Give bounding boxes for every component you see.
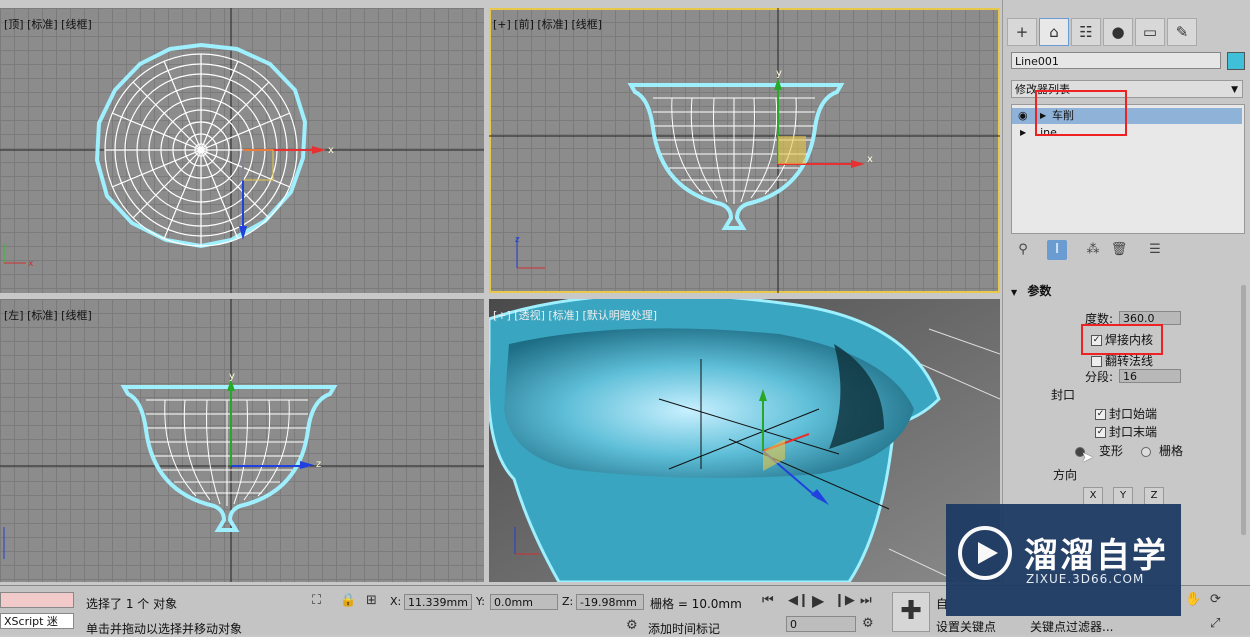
svg-text:x: x [867,154,873,165]
eye-icon[interactable]: ◉ [1018,108,1028,124]
axis-x-button[interactable]: X [1083,487,1103,505]
checkbox-checked-icon: ✓ [1095,427,1106,438]
add-time-tag-button[interactable]: 添加时间标记 [648,620,720,637]
z-coord-label: Z: [562,595,574,608]
display-icon[interactable]: ▭ [1135,18,1165,46]
flip-normals-checkbox[interactable]: 翻转法线 [1091,352,1153,369]
x-coord-field[interactable]: 11.339mm [404,594,472,610]
panel-scrollbar[interactable] [1241,285,1246,535]
object-name-field[interactable]: Line001 [1011,52,1221,69]
cap-end-checkbox[interactable]: ✓ 封口末端 [1095,423,1157,440]
motion-icon[interactable]: ● [1103,18,1133,46]
utilities-icon[interactable]: ✎ [1167,18,1197,46]
highlight-box-weld-core [1081,324,1163,355]
modify-icon[interactable]: ⌂ [1039,18,1069,46]
svg-text:x: x [28,259,34,269]
go-to-end-icon[interactable]: ⏭ [860,593,872,608]
cap-start-checkbox[interactable]: ✓ 封口始端 [1095,405,1157,422]
play-icon[interactable]: ▶ [812,591,824,610]
time-config-icon[interactable]: ⚙ [862,616,874,631]
watermark-title: 溜溜自学 [1024,536,1168,576]
rollout-title: 参数 [1027,284,1052,298]
grid-label: 栅格 [1159,444,1184,458]
command-panel: + ⌂ ☷ ● ▭ ✎ Line001 修改器列表 ▼ ◉ ▶ 车削 ▶ Lin… [1002,0,1250,585]
collapse-icon: ▼ [1011,288,1018,297]
key-mode-button[interactable]: ✚ [892,592,930,632]
viewport-perspective-label[interactable]: [+] [透视] [标准] [默认明暗处理] [493,307,657,323]
watermark-overlay: 溜溜自学 ZIXUE.3D66.COM [946,504,1181,616]
previous-frame-icon[interactable]: ◀❙ [788,593,809,608]
svg-text:y: y [229,371,235,382]
segments-label: 分段: [1085,370,1114,384]
cap-start-label: 封口始端 [1109,407,1158,421]
radio-icon [1141,446,1151,457]
viewport-left[interactable]: y z [左] [标准] [线框] [0,299,484,582]
viewport-left-label[interactable]: [左] [标准] [线框] [4,307,92,323]
svg-text:z: z [316,459,321,470]
cap-end-label: 封口末端 [1109,425,1158,439]
current-frame-field[interactable]: 0 [786,616,856,632]
prompt-text: 单击并拖动以选择并移动对象 [86,622,243,636]
pan-view-icon[interactable]: ✋ [1185,592,1201,607]
show-end-result-icon[interactable]: I [1047,240,1067,260]
checkbox-checked-icon: ✓ [1095,409,1106,420]
viewport-top[interactable]: x x [顶] [标准] [线框] [0,8,484,293]
remove-modifier-icon[interactable]: 🗑 [1109,240,1129,260]
svg-text:z: z [515,235,520,245]
watermark-logo [958,526,1012,580]
maxscript-listener[interactable]: XScript 迷 [0,613,74,629]
parameters-rollout-header[interactable]: ▼ 参数 [1011,282,1243,300]
perspective-bowl-render [489,299,1000,582]
capping-label: 封口 [1051,388,1076,402]
grid-radio[interactable]: 栅格 [1141,442,1183,459]
axis-z-button[interactable]: Z [1144,487,1164,505]
segments-spinner[interactable]: 16 [1119,369,1181,383]
viewport-top-label[interactable]: [顶] [标准] [线框] [4,16,92,32]
watermark-subtitle: ZIXUE.3D66.COM [1026,572,1145,586]
axis-y-button[interactable]: Y [1113,487,1133,505]
viewport-front-label[interactable]: [+] [前] [标准] [线框] [493,16,602,32]
time-tag-icon[interactable]: ⚙ [626,618,638,633]
chevron-down-icon: ▼ [1231,85,1238,95]
set-key-button[interactable]: 设置关键点 [936,618,996,635]
go-to-start-icon[interactable]: ⏮ [762,593,774,608]
maxscript-listener-top[interactable] [0,592,74,608]
maximize-viewport-icon[interactable]: ⤢ [1210,616,1220,631]
key-filters-button[interactable]: 关键点过滤器... [1030,618,1113,635]
configure-sets-icon[interactable]: ☰ [1145,240,1165,260]
z-coord-field[interactable]: -19.98mm [576,594,644,610]
isolate-selection-icon[interactable]: ⛶ [312,593,321,608]
morph-label: 变形 [1099,444,1124,458]
svg-text:x: x [328,145,334,156]
y-coord-label: Y: [476,595,485,608]
pin-stack-icon[interactable]: ⚲ [1013,240,1033,260]
viewport-perspective[interactable]: [+] [透视] [标准] [默认明暗处理] [489,299,1000,582]
make-unique-icon[interactable]: ⁂ [1083,240,1103,260]
degrees-spinner[interactable]: 360.0 [1119,311,1181,325]
selection-status: 选择了 1 个 对象 [86,597,178,611]
orbit-icon[interactable]: ⟳ [1210,592,1221,607]
svg-text:y: y [776,68,782,79]
highlight-box-lathe [1035,90,1127,136]
checkbox-icon [1091,356,1102,367]
grid-size-text: 栅格 = 10.0mm [650,597,742,611]
front-view-bowl: y x z [489,8,1000,293]
flip-normals-label: 翻转法线 [1105,354,1154,368]
left-view-bowl: y z [0,299,484,582]
next-frame-icon[interactable]: ❙▶ [834,593,855,608]
lock-selection-icon[interactable]: 🔒 [340,593,356,608]
expand-icon[interactable]: ▶ [1020,125,1026,141]
create-icon[interactable]: + [1007,18,1037,46]
object-color-swatch[interactable] [1227,52,1245,70]
mouse-cursor-icon: ➤ [1081,448,1094,466]
y-coord-field[interactable]: 0.0mm [490,594,558,610]
direction-label: 方向 [1053,468,1078,482]
hierarchy-icon[interactable]: ☷ [1071,18,1101,46]
x-coord-label: X: [390,595,402,608]
viewport-front[interactable]: y x z [+] [前] [标准] [线框] [489,8,1000,293]
top-view-bowl: x x [0,8,484,293]
absolute-mode-icon[interactable]: ⊞ [366,593,377,608]
